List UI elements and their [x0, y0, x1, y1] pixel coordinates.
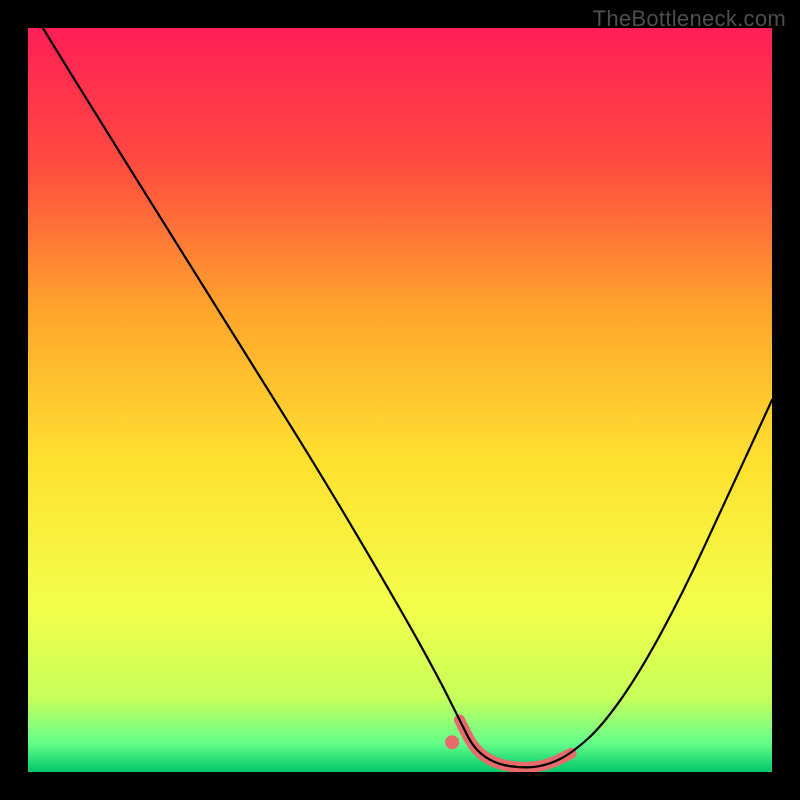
plot-area	[28, 28, 772, 772]
highlight-start-dot	[445, 735, 459, 749]
chart-svg	[28, 28, 772, 772]
watermark-text: TheBottleneck.com	[593, 6, 786, 32]
gradient-background	[28, 28, 772, 772]
chart-frame: TheBottleneck.com	[0, 0, 800, 800]
